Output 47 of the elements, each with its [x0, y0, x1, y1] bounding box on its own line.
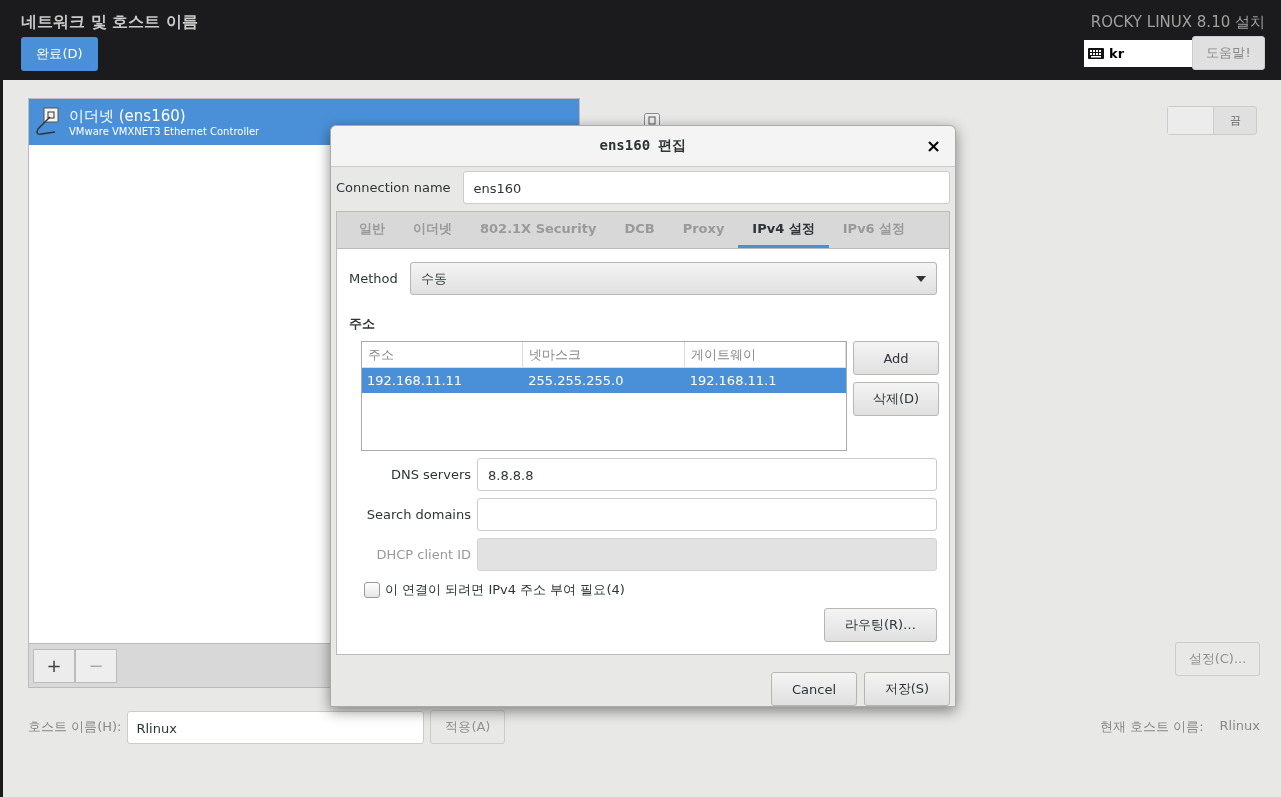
method-label: Method	[349, 271, 398, 286]
help-button[interactable]: 도움말!	[1192, 36, 1265, 70]
current-hostname-value: Rlinux	[1219, 718, 1260, 735]
method-dropdown[interactable]: 수동	[409, 262, 937, 295]
device-description: VMware VMXNET3 Ethernet Controller	[69, 126, 260, 137]
cancel-button[interactable]: Cancel	[771, 672, 857, 706]
delete-button[interactable]: 삭제(D)	[853, 382, 939, 416]
settings-tab[interactable]: DCB	[610, 212, 669, 248]
column-header[interactable]: 게이트웨이	[684, 342, 846, 367]
checkbox-label: 이 연결이 되려면 IPv4 주소 부여 필요(4)	[385, 581, 625, 599]
product-title: ROCKY LINUX 8.10 설치	[1090, 13, 1265, 32]
column-header[interactable]: 주소	[362, 342, 524, 367]
routes-button[interactable]: 라우팅(R)…	[824, 608, 937, 642]
connection-name-field[interactable]: ens160	[462, 170, 950, 204]
hostname-label: 호스트 이름(H):	[28, 718, 122, 736]
device-toggle-switch[interactable]: 끔	[1167, 106, 1257, 135]
text-field[interactable]: 8.8.8.8	[477, 458, 937, 491]
toolbar-button[interactable]: +	[33, 648, 75, 683]
settings-tab[interactable]: Proxy	[668, 212, 739, 248]
save-button[interactable]: 저장(S)	[864, 672, 950, 706]
checkbox[interactable]	[364, 582, 380, 598]
field-label: DHCP client ID	[375, 547, 471, 562]
close-button[interactable]: ×	[921, 135, 945, 156]
text-field[interactable]	[477, 498, 937, 531]
keyboard-layout-indicator[interactable]: kr	[1084, 39, 1192, 67]
keyboard-layout-label: kr	[1109, 45, 1125, 61]
addresses-heading: 주소	[349, 315, 376, 333]
hostname-field[interactable]: Rlinux	[127, 710, 425, 744]
column-header[interactable]: 넷마스크	[523, 342, 685, 367]
network-cable-icon	[35, 107, 61, 137]
settings-tab[interactable]: 이더넷	[399, 212, 466, 248]
dialog-title: ens160 편집	[599, 137, 687, 155]
dropdown-arrow-icon	[916, 275, 926, 282]
add-button[interactable]: Add	[853, 341, 939, 375]
settings-tab[interactable]: IPv6 설정	[828, 212, 920, 248]
current-hostname-label: 현재 호스트 이름:	[1099, 718, 1204, 736]
settings-tab[interactable]: 802.1X Security	[466, 212, 611, 248]
address-row[interactable]: 192.168.11.11 255.255.255.0 192.168.11.1	[362, 368, 846, 393]
field-label: DNS servers	[389, 467, 471, 482]
page-title: 네트워크 및 호스트 이름	[21, 12, 198, 33]
keyboard-icon	[1088, 47, 1104, 59]
connection-name-label: Connection name	[336, 179, 451, 195]
settings-tab[interactable]: 일반	[345, 212, 399, 248]
field-label: Search domains	[365, 507, 471, 522]
done-button[interactable]: 완료(D)	[21, 37, 98, 71]
settings-tab[interactable]: IPv4 설정	[738, 212, 829, 248]
device-name: 이더넷 (ens160)	[69, 107, 187, 126]
